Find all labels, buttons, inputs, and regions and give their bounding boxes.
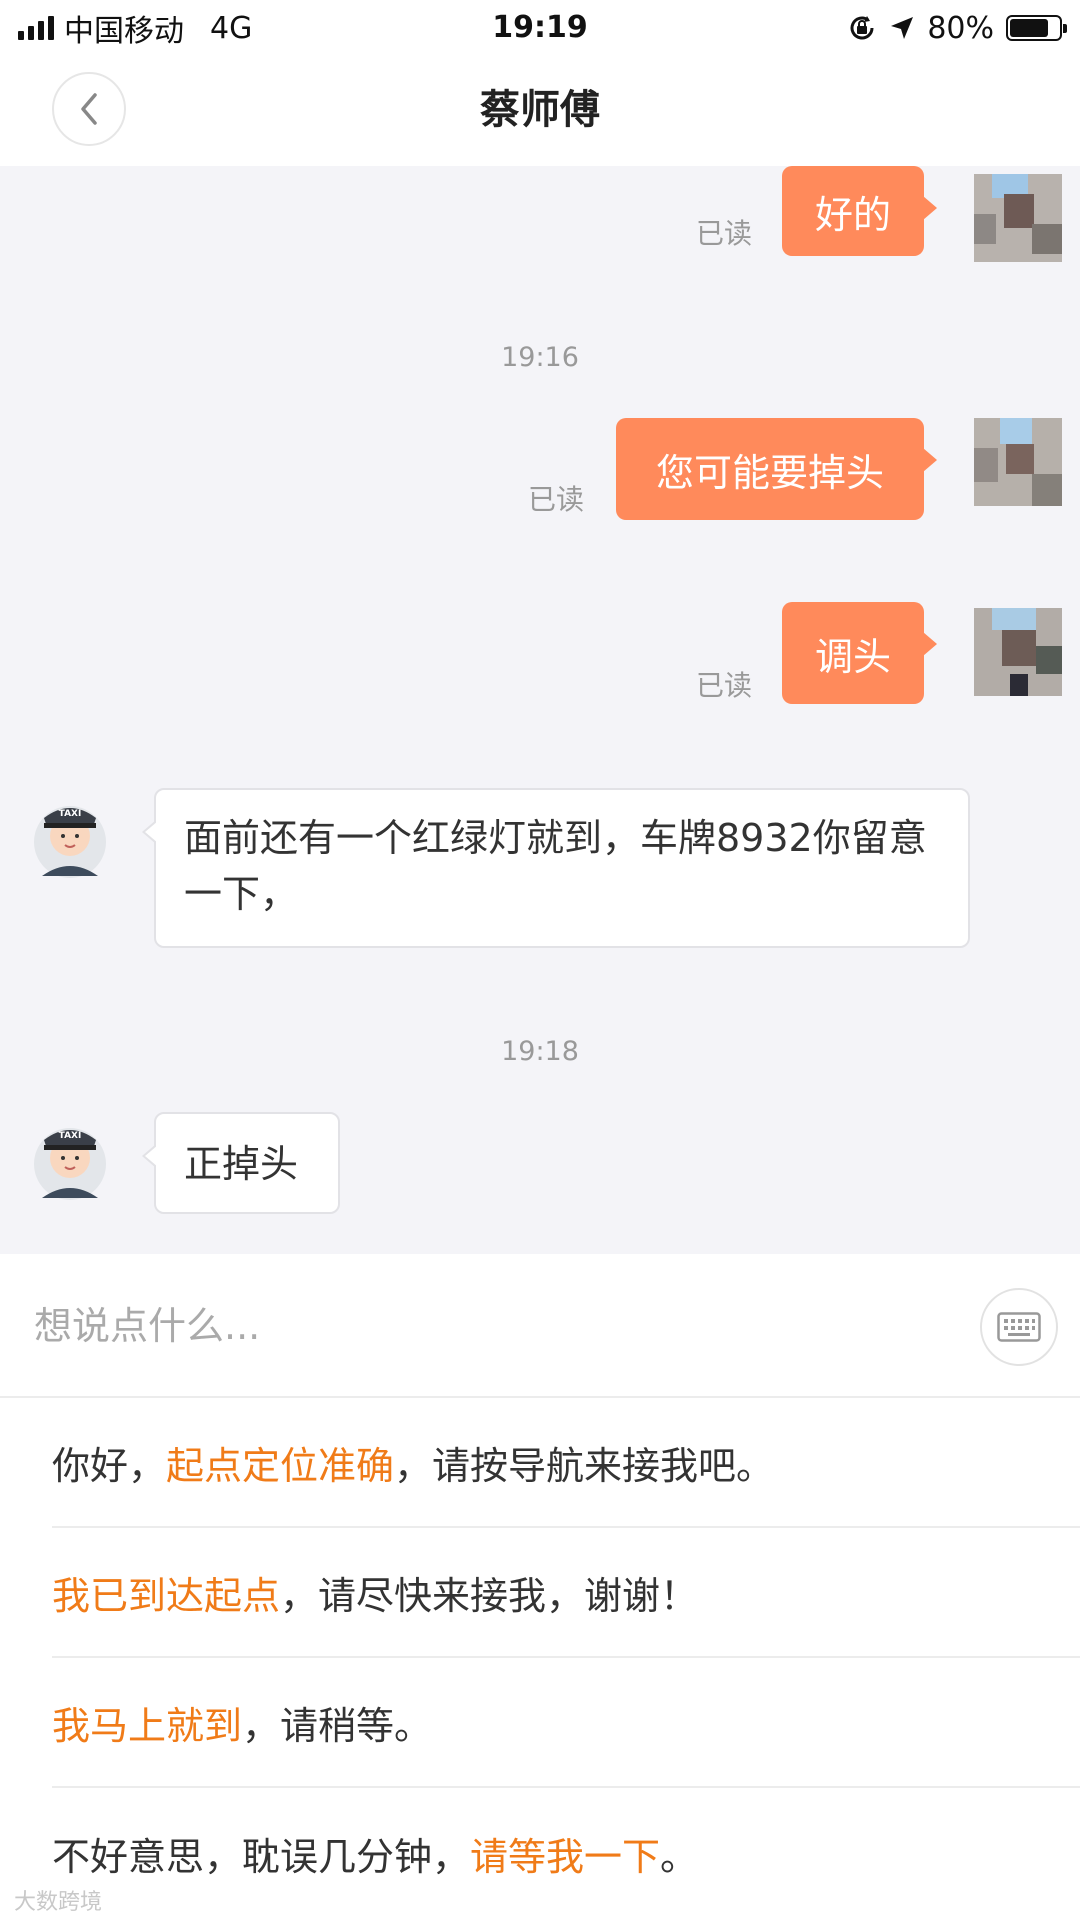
- timestamp: 19:18: [501, 1036, 579, 1067]
- keyboard-button[interactable]: [980, 1288, 1058, 1366]
- quick-reply-item[interactable]: 你好， 起点定位准确 ，请按导航来接我吧。: [52, 1398, 1080, 1528]
- outgoing-message-bubble[interactable]: 好的: [782, 166, 937, 256]
- quick-reply-text: 。: [660, 1834, 699, 1879]
- input-bar: [0, 1254, 1080, 1398]
- read-status: 已读: [696, 669, 753, 702]
- quick-reply-highlight: 我已到达起点: [52, 1573, 281, 1618]
- quick-reply-item[interactable]: 不好意思，耽误几分钟， 请等我一下。: [52, 1788, 1080, 1918]
- quick-reply-item[interactable]: 我马上就到 ，请稍等。: [52, 1658, 1080, 1788]
- incoming-message-bubble[interactable]: 面前还有一个红绿灯就到，车牌8932你留意一下，: [142, 788, 970, 948]
- quick-reply-text: 不好意思，耽误几分钟，: [52, 1834, 471, 1879]
- location-arrow-icon: [891, 17, 914, 39]
- watermark: 大数跨境: [14, 1890, 103, 1915]
- status-bar: 中国移动 4G 19:19 80%: [0, 0, 1080, 56]
- outgoing-message-bubble[interactable]: 您可能要掉头: [616, 418, 937, 520]
- keyboard-icon: [997, 1312, 1041, 1342]
- outgoing-message-bubble[interactable]: 调头: [782, 602, 937, 704]
- quick-reply-highlight: 我马上就到: [52, 1703, 243, 1748]
- quick-reply-list: 你好， 起点定位准确 ，请按导航来接我吧。 我已到达起点 ，请尽快来接我，谢谢！ 我马…: [0, 1398, 1080, 1920]
- battery-percent: 80%: [927, 10, 994, 46]
- user-avatar[interactable]: [974, 418, 1062, 506]
- status-right: 80%: [847, 8, 1067, 48]
- chat-area[interactable]: 已读 好的 19:16 已读 您可能要掉头 已读 调头 TAXI 面前还有一个红…: [0, 166, 1080, 1254]
- battery-icon: [1006, 15, 1067, 41]
- user-avatar[interactable]: [974, 174, 1062, 262]
- quick-reply-item[interactable]: 我已到达起点 ，请尽快来接我，谢谢！: [52, 1528, 1080, 1658]
- message-input[interactable]: [34, 1290, 934, 1362]
- timestamp: 19:16: [501, 342, 579, 373]
- battery-fill: [1010, 19, 1049, 37]
- quick-reply-text: ，请按导航来接我吧。: [394, 1443, 775, 1488]
- quick-reply-text: 你好，: [52, 1443, 167, 1488]
- quick-reply-text: ，请尽快来接我，谢谢！: [280, 1573, 699, 1618]
- read-status: 已读: [528, 483, 585, 516]
- svg-text:TAXI: TAXI: [59, 1131, 82, 1141]
- page-title: 蔡师傅: [480, 87, 600, 133]
- driver-avatar[interactable]: TAXI: [32, 1116, 108, 1202]
- driver-avatar[interactable]: TAXI: [32, 794, 108, 880]
- quick-reply-text: ，请稍等。: [242, 1703, 433, 1748]
- nav-bar: 蔡师傅: [0, 56, 1080, 166]
- incoming-message-bubble[interactable]: 正掉头: [142, 1112, 340, 1214]
- rotation-lock-icon: [850, 16, 874, 40]
- quick-reply-highlight: 起点定位准确: [166, 1443, 395, 1488]
- read-status: 已读: [696, 217, 753, 250]
- svg-text:TAXI: TAXI: [59, 809, 82, 819]
- quick-reply-highlight: 请等我一下: [470, 1834, 661, 1879]
- user-avatar[interactable]: [974, 608, 1062, 696]
